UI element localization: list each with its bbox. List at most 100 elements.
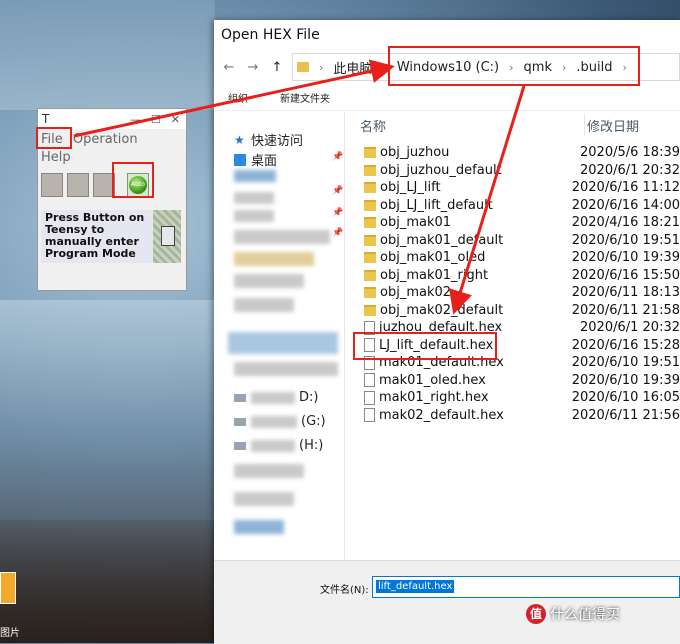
- blurred-item: [234, 520, 284, 534]
- organize-button[interactable]: 组织: [228, 90, 248, 105]
- file-date: 2020/4/16 18:21: [571, 215, 680, 231]
- file-row[interactable]: mak02_default.hex 2020/6/11 21:56: [354, 407, 680, 425]
- pin-icon: 📌: [332, 208, 344, 218]
- nav-drive-g-label: (G:): [301, 414, 326, 429]
- teensy-status-panel: Press Button on Teensy to manually enter…: [41, 210, 181, 263]
- minimize-icon[interactable]: —: [130, 113, 141, 126]
- folder-icon: [364, 147, 376, 159]
- nav-drive-h[interactable]: (H:): [234, 438, 323, 453]
- file-rows: obj_juzhou 2020/5/6 18:39 obj_juzhou_defau…: [354, 144, 680, 424]
- column-divider: [584, 114, 585, 136]
- nav-quick-access[interactable]: ★ 快速访问: [234, 130, 304, 150]
- breadcrumb-this-pc[interactable]: 此电脑: [327, 58, 378, 77]
- folder-row[interactable]: obj_juzhou_default 2020/6/1 20:32: [354, 162, 680, 180]
- file-icon: [364, 408, 375, 423]
- column-name[interactable]: 名称: [354, 116, 584, 135]
- close-icon[interactable]: ✕: [171, 113, 180, 126]
- file-name: obj_LJ_lift: [380, 180, 441, 196]
- folder-icon: [364, 287, 376, 299]
- nav-drive-h-label: (H:): [299, 438, 324, 453]
- forward-arrow-icon[interactable]: →: [244, 60, 262, 75]
- file-name: mak01_oled.hex: [379, 372, 486, 388]
- maximize-icon[interactable]: ☐: [151, 113, 161, 126]
- file-date: 2020/6/10 16:05: [571, 390, 680, 406]
- folder-row[interactable]: obj_mak01_oled 2020/6/10 19:39: [354, 249, 680, 267]
- file-name: obj_mak01_oled: [380, 250, 486, 266]
- drive-icon: [234, 393, 246, 402]
- folder-row[interactable]: obj_mak02_default 2020/6/11 21:58: [354, 302, 680, 320]
- desktop-icon: [234, 153, 246, 166]
- pin-icon: 📌: [332, 186, 344, 196]
- folder-icon: [364, 234, 376, 246]
- desktop-shortcut-icon[interactable]: [0, 572, 16, 604]
- folder-icon: [364, 269, 376, 281]
- file-date: 2020/6/11 18:13: [571, 285, 680, 301]
- menu-operation[interactable]: Operation: [73, 132, 138, 147]
- open-hex-button[interactable]: [41, 173, 63, 197]
- filename-value: lift_default.hex: [376, 580, 455, 593]
- pane-divider: [344, 112, 345, 562]
- teensy-title: T: [42, 112, 50, 126]
- file-name: mak02_default.hex: [379, 407, 504, 423]
- column-modified[interactable]: 修改日期: [587, 116, 639, 135]
- wallpaper-sky: [0, 0, 215, 110]
- nav-drive-d[interactable]: D:): [234, 390, 318, 405]
- teensy-board-icon: [161, 226, 175, 246]
- folder-row[interactable]: obj_LJ_lift_default 2020/6/16 14:00: [354, 197, 680, 215]
- column-header: 名称 修改日期: [354, 112, 680, 138]
- file-row[interactable]: mak01_oled.hex 2020/6/10 19:39: [354, 372, 680, 390]
- file-date: 2020/6/1 20:32: [580, 320, 680, 336]
- file-date: 2020/6/1 20:32: [580, 162, 680, 178]
- folder-row[interactable]: obj_mak01 2020/4/16 18:21: [354, 214, 680, 232]
- pin-icon: 📌: [332, 228, 344, 238]
- navigation-pane: ★ 快速访问 桌面 📌 📌 📌 📌 D:) (G:) (H:): [214, 112, 344, 562]
- blurred-item: [234, 362, 338, 376]
- desktop-shortcut-label: 图片: [0, 628, 20, 639]
- nav-drive-g[interactable]: (G:): [234, 414, 326, 429]
- filename-input[interactable]: lift_default.hex: [372, 576, 680, 598]
- teensy-titlebar[interactable]: T — ☐ ✕: [38, 109, 186, 129]
- file-name: obj_mak02_default: [380, 302, 504, 318]
- blurred-item: [234, 298, 294, 312]
- up-arrow-icon[interactable]: ↑: [268, 60, 286, 75]
- file-name: obj_LJ_lift_default: [380, 197, 493, 213]
- file-row[interactable]: mak01_right.hex 2020/6/10 16:05: [354, 389, 680, 407]
- highlight-auto-button: [112, 162, 154, 198]
- folder-icon: [364, 304, 376, 316]
- nav-quick-access-label: 快速访问: [251, 134, 304, 149]
- folder-row[interactable]: obj_mak02 2020/6/11 18:13: [354, 284, 680, 302]
- nav-desktop-label: 桌面: [251, 154, 278, 169]
- watermark-logo-icon: 值: [526, 604, 546, 624]
- nav-drive-d-label: D:): [299, 390, 319, 405]
- file-name: obj_mak01_right: [380, 267, 489, 283]
- blurred-item: [234, 492, 294, 506]
- blurred-item: [234, 210, 274, 222]
- teensy-message: Press Button on Teensy to manually enter…: [41, 210, 153, 263]
- highlight-hex-file: [353, 332, 497, 360]
- watermark-text: 什么值得买: [550, 607, 620, 623]
- file-date: 2020/6/16 15:28: [571, 337, 680, 353]
- folder-row[interactable]: obj_LJ_lift 2020/6/16 11:12: [354, 179, 680, 197]
- file-name: obj_juzhou_default: [380, 162, 502, 178]
- folder-row[interactable]: obj_mak01_right 2020/6/16 15:50: [354, 267, 680, 285]
- file-name: obj_mak02: [380, 285, 452, 301]
- menu-help[interactable]: Help: [41, 150, 71, 165]
- file-date: 2020/6/16 15:50: [571, 267, 680, 283]
- folder-row[interactable]: obj_mak01_default 2020/6/10 19:51: [354, 232, 680, 250]
- drive-icon: [234, 417, 246, 426]
- chevron-right-icon: ›: [319, 60, 324, 74]
- blurred-item: [251, 391, 295, 404]
- folder-row[interactable]: obj_juzhou 2020/5/6 18:39: [354, 144, 680, 162]
- pin-icon: 📌: [332, 152, 344, 162]
- file-date: 2020/6/16 11:12: [571, 180, 680, 196]
- nav-desktop[interactable]: 桌面: [234, 150, 277, 169]
- file-date: 2020/6/11 21:58: [571, 302, 680, 318]
- program-button[interactable]: [67, 173, 89, 197]
- blurred-item: [251, 415, 297, 428]
- file-date: 2020/6/10 19:39: [571, 372, 680, 388]
- blurred-item: [234, 192, 274, 204]
- new-folder-button[interactable]: 新建文件夹: [280, 90, 330, 105]
- blurred-item: [234, 230, 330, 244]
- back-arrow-icon[interactable]: ←: [220, 60, 238, 75]
- blurred-item: [234, 252, 314, 266]
